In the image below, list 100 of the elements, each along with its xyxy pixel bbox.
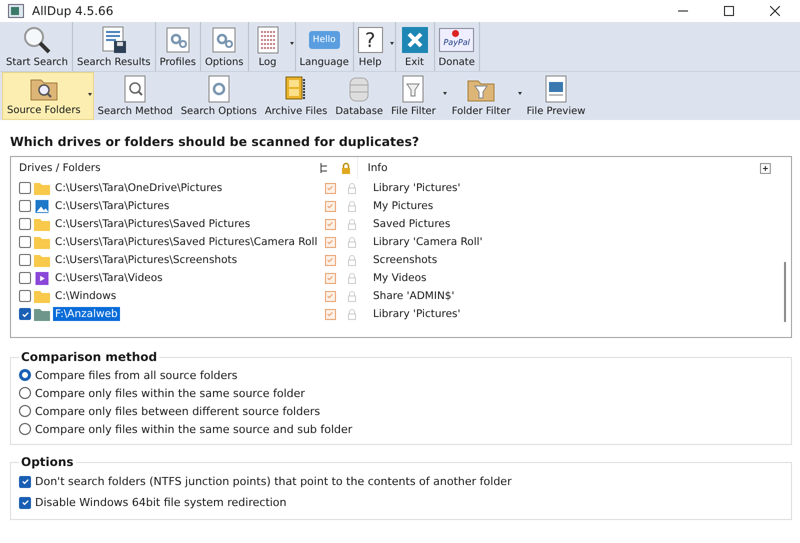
help-icon: ?: [358, 26, 383, 52]
radio-option[interactable]: Compare only files within the same source and sub folder: [19, 420, 783, 438]
speech-bubble-icon: Hello: [308, 30, 340, 48]
close-icon[interactable]: [770, 6, 780, 16]
folder-icon: [34, 254, 50, 266]
radio-button[interactable]: [19, 405, 31, 417]
subfolder-checkbox[interactable]: [324, 290, 336, 302]
subfolder-checkbox[interactable]: [324, 182, 336, 194]
subfolder-checkbox[interactable]: [324, 254, 336, 266]
scrollbar[interactable]: [784, 262, 786, 322]
toolbar-tab[interactable]: Search Options: [176, 72, 261, 120]
info-cell-text: Library 'Pictures': [372, 308, 460, 320]
expand-icon[interactable]: [760, 162, 771, 174]
toolbar-tab[interactable]: File Preview: [522, 72, 590, 120]
toolbar-button[interactable]: Start Search: [2, 22, 73, 71]
checkbox[interactable]: [19, 218, 31, 230]
toolbar-button[interactable]: Exit: [396, 22, 435, 71]
checkbox[interactable]: [19, 236, 31, 248]
checkbox[interactable]: [19, 254, 31, 266]
maximize-icon[interactable]: [724, 6, 734, 16]
checkbox[interactable]: [19, 496, 31, 508]
checkmark-icon: [326, 292, 334, 300]
folder-icon: [34, 290, 50, 302]
folder-path[interactable]: C:\Users\Tara\Pictures: [53, 199, 172, 213]
checkbox[interactable]: [19, 200, 31, 212]
radio-option[interactable]: Compare only files between different source folders: [19, 402, 783, 420]
radio-button[interactable]: [19, 423, 31, 435]
toolbar-tab[interactable]: Archive Files: [260, 72, 332, 120]
checkmark-icon: [326, 184, 334, 192]
subfolder-checkbox[interactable]: [324, 236, 336, 248]
caret-icon[interactable]: [518, 92, 522, 95]
folder-path[interactable]: F:\Anzalweb: [53, 307, 120, 321]
toolbar-button[interactable]: Profiles: [156, 22, 201, 71]
subfolder-checkbox[interactable]: [324, 272, 336, 284]
folder-path[interactable]: C:\Windows: [53, 289, 118, 303]
checkmark-icon: [326, 238, 334, 246]
radio-button[interactable]: [19, 369, 31, 381]
lock-icon[interactable]: [340, 162, 351, 174]
checkmark-icon: [20, 477, 30, 486]
info-cell-text: Screenshots: [372, 254, 438, 266]
info-cell-text: Saved Pictures: [372, 218, 450, 230]
subfolder-icon[interactable]: [319, 162, 330, 174]
caret-icon[interactable]: [88, 93, 92, 96]
checkbox[interactable]: [19, 182, 31, 194]
heart-card-icon: PayPal: [439, 28, 474, 52]
folder-path[interactable]: C:\Users\Tara\Pictures\Screenshots: [53, 253, 240, 267]
group-title: Comparison method: [20, 350, 158, 364]
folder-path[interactable]: C:\Users\Tara\Pictures\Saved Pictures\Camera Roll: [53, 235, 320, 249]
toolbar-tab[interactable]: Search Method: [94, 72, 177, 120]
toolbar-button[interactable]: Search Results: [72, 22, 156, 71]
checkbox[interactable]: [19, 290, 31, 302]
info-cell-text: My Pictures: [372, 200, 434, 212]
toolbar-button[interactable]: PayPal Donate: [434, 22, 480, 71]
group-title: Options: [20, 455, 75, 469]
app-icon: [8, 4, 24, 18]
checkmark-icon: [326, 274, 334, 282]
caret-icon[interactable]: [390, 42, 394, 45]
subfolder-checkbox[interactable]: [324, 218, 336, 230]
video-icon: [34, 272, 50, 284]
subfolder-checkbox[interactable]: [324, 308, 336, 320]
folder-path[interactable]: C:\Users\Tara\Pictures\Saved Pictures: [53, 217, 252, 231]
caret-icon[interactable]: [442, 92, 447, 95]
checkmark-icon: [326, 256, 334, 264]
checkbox[interactable]: [19, 272, 31, 284]
folder-icon: [34, 182, 50, 194]
radio-option[interactable]: Compare files from all source folders: [19, 366, 783, 384]
checkbox[interactable]: [19, 476, 31, 488]
window-title: AllDup 4.5.66: [32, 4, 114, 18]
checkmark-icon: [326, 220, 334, 228]
toolbar-button[interactable]: ? Help: [354, 22, 396, 71]
checkmark-icon: [20, 310, 30, 318]
info-cell-text: Library 'Pictures': [372, 182, 460, 194]
checkmark-icon: [326, 310, 334, 318]
folder-icon: [34, 236, 50, 248]
magnifier-icon: [22, 24, 52, 54]
toolbar-button[interactable]: Options: [200, 22, 249, 71]
checkbox-option[interactable]: Don't search folders (NTFS junction points) that point to the contents of another folder: [19, 471, 783, 492]
toolbar-tab[interactable]: Source Folders: [2, 72, 94, 120]
picture-icon: [34, 200, 50, 212]
checkbox-option[interactable]: Disable Windows 64bit file system redirection: [19, 492, 783, 513]
checkmark-icon: [326, 202, 334, 210]
info-cell-text: Share 'ADMIN$': [372, 290, 454, 302]
subfolder-checkbox[interactable]: [324, 200, 336, 212]
info-cell-text: Library 'Camera Roll': [372, 236, 482, 248]
close-icon: [400, 24, 430, 54]
checkmark-icon: [20, 498, 30, 507]
column-header[interactable]: Drives / Folders: [11, 162, 314, 174]
checkbox[interactable]: [19, 308, 31, 320]
folder-icon: [34, 218, 50, 230]
info-cell-text: My Videos: [372, 272, 426, 284]
toolbar-tab[interactable]: Folder Filter: [448, 72, 523, 120]
caret-icon[interactable]: [290, 42, 294, 45]
toolbar-tab[interactable]: Database: [331, 72, 388, 120]
radio-button[interactable]: [19, 387, 31, 399]
radio-option[interactable]: Compare only files within the same source folder: [19, 384, 783, 402]
folder-path[interactable]: C:\Users\Tara\OneDrive\Pictures: [53, 181, 224, 195]
toolbar-button[interactable]: Hello Language: [296, 22, 354, 71]
toolbar-button[interactable]: Log: [248, 22, 296, 71]
toolbar-tab[interactable]: File Filter: [387, 72, 448, 120]
folder-path[interactable]: C:\Users\Tara\Videos: [53, 271, 165, 285]
